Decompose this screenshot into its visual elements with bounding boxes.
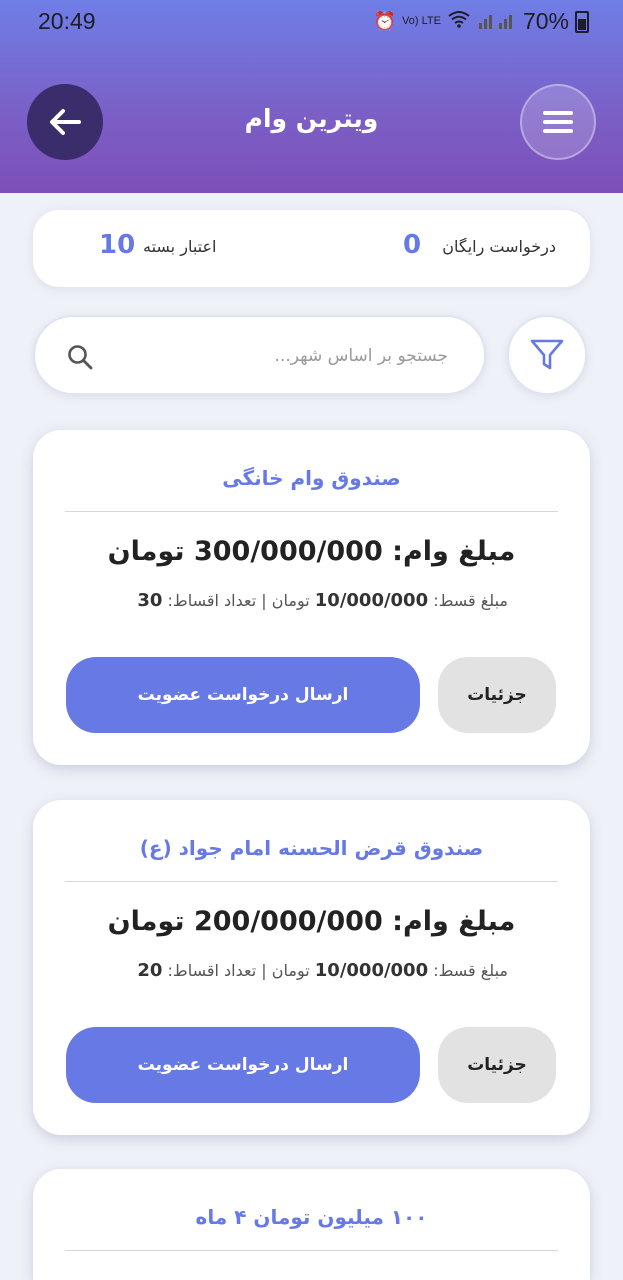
installment-count-label: تعداد اقساط: [167, 961, 257, 980]
lte-label: Vo) LTE [402, 15, 441, 27]
credit-summary: درخواست رایگان 0 اعتبار بسته 10 [33, 210, 590, 287]
installment-label: مبلغ قسط: [433, 591, 508, 610]
loan-amount: مبلغ وام: 300/000/000 تومان [33, 536, 590, 567]
fund-name: صندوق قرض الحسنه امام جواد (ع) [139, 836, 484, 860]
send-membership-request-button[interactable]: ارسال درخواست عضویت [66, 657, 420, 733]
package-credit-label: اعتبار بسته [143, 237, 217, 256]
status-icons: ⏰ Vo) LTE 70% [374, 8, 589, 35]
installment-count-value: 30 [137, 590, 163, 611]
detail-separator: | [261, 961, 267, 980]
app-header: 20:49 ⏰ Vo) LTE 70% ویترین وام [0, 0, 623, 193]
loan-amount-value: 300/000/000 [193, 536, 383, 567]
signal-icon [477, 9, 517, 34]
search-bar [33, 315, 486, 395]
loan-card: صندوق وام خانگی مبلغ وام: 300/000/000 تو… [33, 430, 590, 765]
filter-icon [530, 339, 564, 370]
installment-value: 10/000/000 [314, 960, 429, 981]
details-button[interactable]: جزئیات [438, 657, 556, 733]
filter-button[interactable] [507, 315, 587, 395]
status-bar: 20:49 ⏰ Vo) LTE 70% [0, 0, 623, 44]
fund-name: صندوق وام خانگی [222, 466, 401, 490]
installment-count-label: تعداد اقساط: [167, 591, 257, 610]
send-membership-request-button[interactable]: ارسال درخواست عضویت [66, 1027, 420, 1103]
loan-card: ۱۰۰ میلیون تومان ۴ ماه [33, 1169, 590, 1280]
package-credit-value: 10 [99, 230, 136, 260]
search-input[interactable] [118, 341, 448, 371]
alarm-icon: ⏰ [373, 11, 397, 31]
battery-percent: 70% [522, 8, 569, 34]
card-divider [65, 881, 558, 882]
loan-amount: مبلغ وام: 200/000/000 تومان [33, 906, 590, 937]
search-icon[interactable] [67, 344, 93, 374]
installment-label: مبلغ قسط: [433, 961, 508, 980]
loan-amount-label: مبلغ وام: [392, 906, 516, 937]
installment-currency: تومان [271, 591, 310, 610]
installment-count-value: 20 [137, 960, 163, 981]
installment-details: مبلغ قسط: 10/000/000 تومان | تعداد اقساط… [137, 590, 508, 611]
installment-value: 10/000/000 [314, 590, 429, 611]
loan-amount-label: مبلغ وام: [392, 536, 516, 567]
wifi-icon [447, 10, 471, 33]
hamburger-icon [543, 111, 573, 133]
free-requests-label: درخواست رایگان [442, 237, 556, 256]
loan-amount-currency: تومان [107, 906, 185, 937]
fund-name: ۱۰۰ میلیون تومان ۴ ماه [195, 1205, 428, 1229]
installment-currency: تومان [271, 961, 310, 980]
details-button[interactable]: جزئیات [438, 1027, 556, 1103]
free-requests-value: 0 [403, 230, 422, 260]
loan-card: صندوق قرض الحسنه امام جواد (ع) مبلغ وام:… [33, 800, 590, 1135]
loan-amount-currency: تومان [107, 536, 185, 567]
battery-icon [575, 10, 589, 33]
loan-amount-value: 200/000/000 [193, 906, 383, 937]
card-divider [65, 1250, 558, 1251]
menu-button[interactable] [520, 84, 596, 160]
card-divider [65, 511, 558, 512]
status-time: 20:49 [38, 8, 96, 34]
detail-separator: | [261, 591, 267, 610]
installment-details: مبلغ قسط: 10/000/000 تومان | تعداد اقساط… [137, 960, 508, 981]
